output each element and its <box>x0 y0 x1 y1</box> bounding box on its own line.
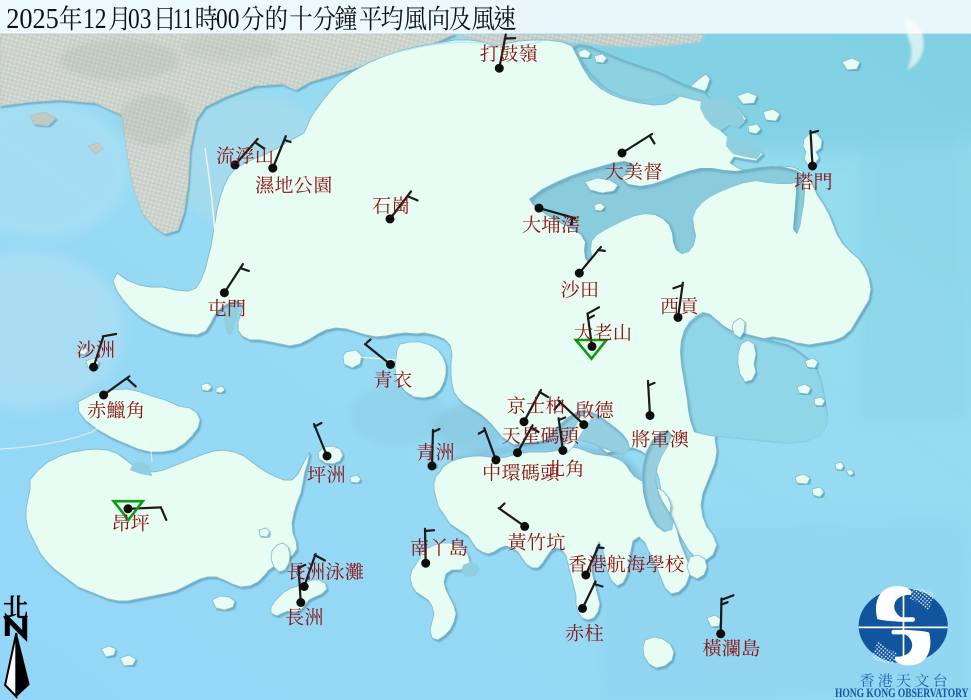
svg-text:12: 12 <box>83 3 107 35</box>
svg-text:2025: 2025 <box>6 3 59 35</box>
svg-text:HONG KONG OBSERVATORY: HONG KONG OBSERVATORY <box>835 686 969 700</box>
svg-text:03: 03 <box>128 3 151 35</box>
svg-text:11: 11 <box>173 3 193 35</box>
svg-text:00: 00 <box>216 3 239 35</box>
